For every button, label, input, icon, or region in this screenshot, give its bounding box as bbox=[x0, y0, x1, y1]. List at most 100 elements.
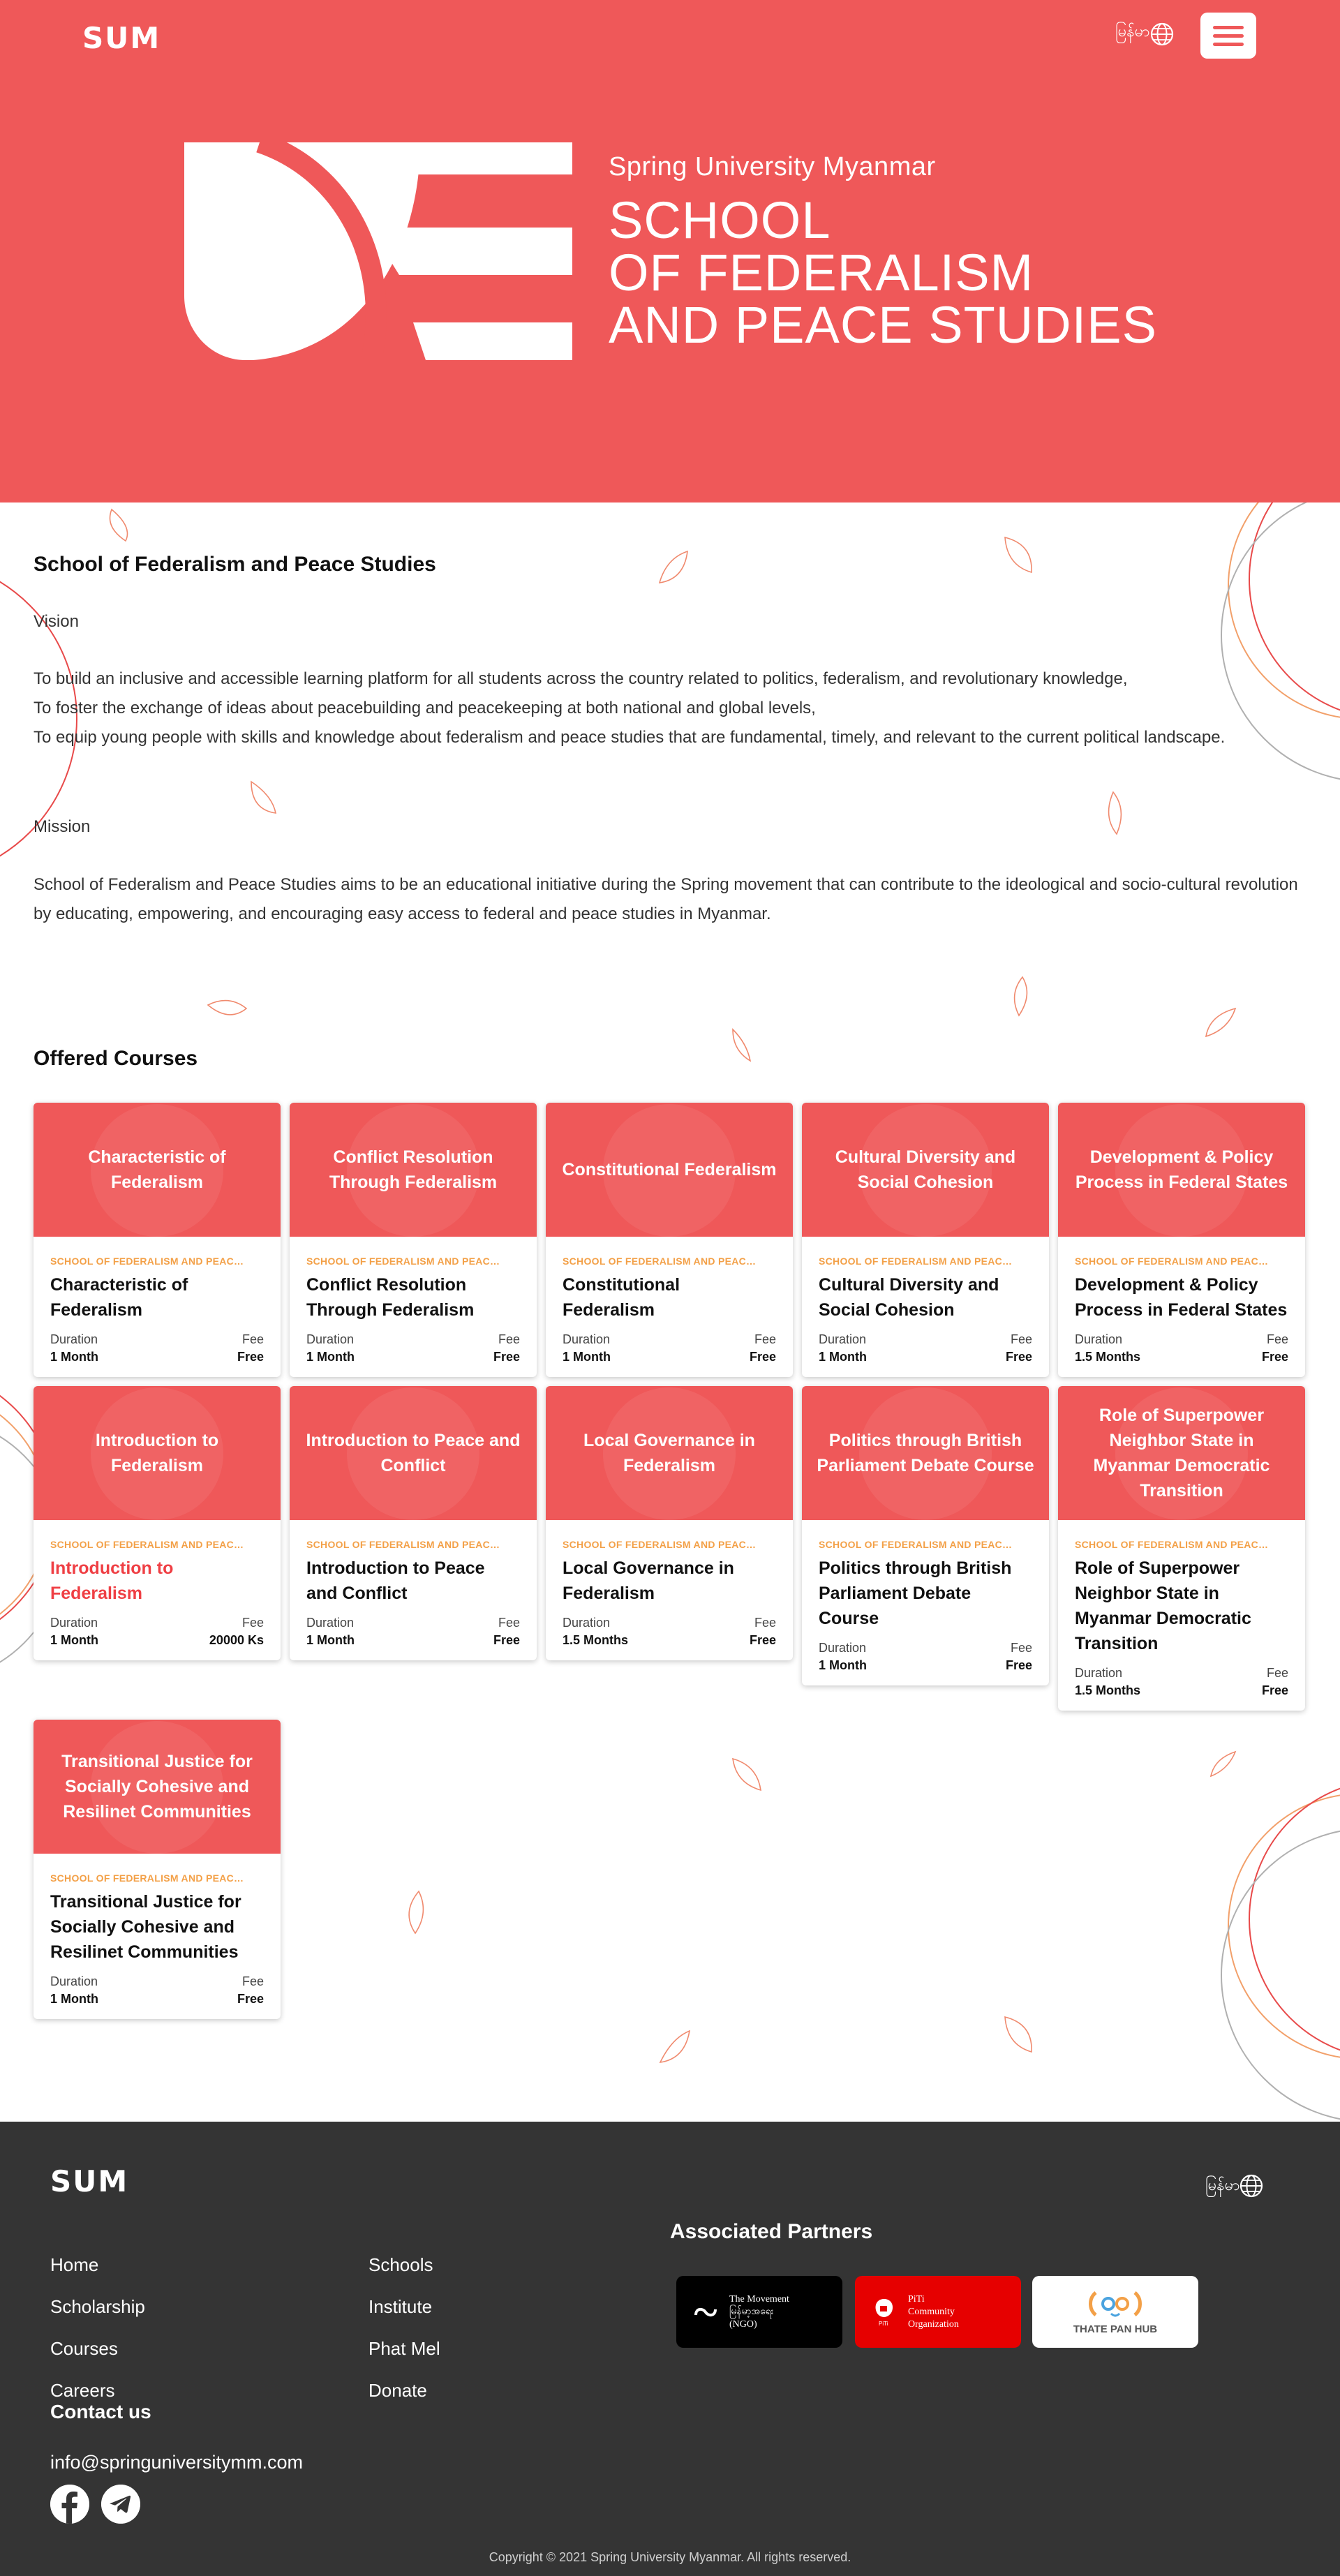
footer-link-schools[interactable]: Schools bbox=[368, 2244, 440, 2286]
course-banner[interactable]: Introduction to Federalism bbox=[34, 1386, 281, 1520]
course-card[interactable]: Cultural Diversity and Social Cohesion SC… bbox=[802, 1103, 1049, 1377]
course-fee: Free bbox=[237, 1350, 264, 1364]
partner-piti-community[interactable]: PiTi PiTi Community Organization bbox=[855, 2276, 1021, 2348]
course-card[interactable]: Transitional Justice for Socially Cohesi… bbox=[34, 1720, 281, 2019]
school-title: School of Federalism and Peace Studies bbox=[34, 553, 436, 576]
course-banner-title: Constitutional Federalism bbox=[562, 1160, 777, 1179]
footer-logo[interactable]: SUM bbox=[50, 2164, 128, 2198]
course-school-label: SCHOOL OF FEDERALISM AND PEACE STUDIES bbox=[1075, 1256, 1270, 1267]
course-card[interactable]: Politics through British Parliament Deba… bbox=[802, 1386, 1049, 1685]
course-card[interactable]: Role of Superpower Neighbor State in Mya… bbox=[1058, 1386, 1305, 1711]
course-banner-title: Politics through British Parliament Deba… bbox=[817, 1431, 1034, 1475]
fee-label: Fee bbox=[241, 1974, 264, 1988]
globe-icon[interactable] bbox=[1150, 22, 1174, 46]
course-fee: Free bbox=[749, 1350, 776, 1364]
course-banner-title: Local Governance in Federalism bbox=[583, 1431, 755, 1475]
course-card[interactable]: Introduction to Peace and Conflict SCHOOL… bbox=[290, 1386, 537, 1660]
hamburger-menu-button[interactable] bbox=[1200, 13, 1256, 59]
course-duration: 1.5 Months bbox=[1075, 1683, 1141, 1697]
duration-label: Duration bbox=[1075, 1666, 1123, 1680]
duration-label: Duration bbox=[563, 1616, 611, 1630]
course-card[interactable]: Constitutional Federalism SCHOOL OF FEDER… bbox=[546, 1103, 793, 1377]
course-banner[interactable]: Introduction to Peace and Conflict bbox=[290, 1386, 537, 1520]
course-fee: Free bbox=[493, 1633, 520, 1647]
course-school-label: SCHOOL OF FEDERALISM AND PEACE STUDIES bbox=[306, 1256, 502, 1267]
course-banner[interactable]: Constitutional Federalism bbox=[546, 1103, 793, 1237]
course-title[interactable]: Introduction to Peace and Conflict bbox=[306, 1556, 520, 1606]
school-emblem bbox=[184, 142, 572, 360]
duration-label: Duration bbox=[306, 1616, 355, 1630]
course-title[interactable]: Cultural Diversity and Social Cohesion bbox=[819, 1272, 1032, 1323]
course-card[interactable]: Characteristic of Federalism SCHOOL OF FE… bbox=[34, 1103, 281, 1377]
course-banner[interactable]: Politics through British Parliament Deba… bbox=[802, 1386, 1049, 1520]
footer-link-institute[interactable]: Institute bbox=[368, 2286, 440, 2328]
partner-the-movement[interactable]: The Movement မြန်မာ့အရေး (NGO) bbox=[676, 2276, 842, 2348]
partner-thate-pan-hub[interactable]: THATE PAN HUB bbox=[1032, 2276, 1198, 2348]
course-school-label: SCHOOL OF FEDERALISM AND PEACE STUDIES bbox=[819, 1539, 1014, 1550]
vision-label: Vision bbox=[34, 612, 79, 631]
course-banner-title: Transitional Justice for Socially Cohesi… bbox=[61, 1752, 253, 1822]
course-banner[interactable]: Local Governance in Federalism bbox=[546, 1386, 793, 1520]
course-title[interactable]: Development & Policy Process in Federal … bbox=[1075, 1272, 1288, 1323]
course-title[interactable]: Local Governance in Federalism bbox=[563, 1556, 776, 1606]
hero-title: SCHOOL OF FEDERALISM AND PEACE STUDIES bbox=[609, 191, 1157, 354]
course-duration: 1 Month bbox=[563, 1350, 611, 1364]
course-banner[interactable]: Cultural Diversity and Social Cohesion bbox=[802, 1103, 1049, 1237]
vision-text: To build an inclusive and accessible lea… bbox=[34, 669, 1226, 747]
course-title[interactable]: Transitional Justice for Socially Cohesi… bbox=[50, 1889, 264, 1965]
telegram-icon[interactable] bbox=[101, 2485, 140, 2524]
globe-icon[interactable] bbox=[1240, 2174, 1263, 2198]
course-banner[interactable]: Characteristic of Federalism bbox=[34, 1103, 281, 1237]
course-duration: 1 Month bbox=[50, 1350, 98, 1364]
duration-label: Duration bbox=[819, 1641, 867, 1655]
course-banner[interactable]: Conflict Resolution Through Federalism bbox=[290, 1103, 537, 1237]
duration-label: Duration bbox=[819, 1332, 867, 1346]
footer-nav-secondary: Schools Institute Phat Mel Donate bbox=[368, 2244, 440, 2411]
course-banner[interactable]: Role of Superpower Neighbor State in Mya… bbox=[1058, 1386, 1305, 1520]
course-title[interactable]: Introduction to Federalism bbox=[50, 1556, 264, 1606]
course-duration: 1 Month bbox=[50, 1992, 98, 2006]
contact-email-link[interactable]: info@springuniversitymm.com bbox=[50, 2452, 303, 2473]
course-card[interactable]: Development & Policy Process in Federal … bbox=[1058, 1103, 1305, 1377]
course-card[interactable]: Introduction to Federalism SCHOOL OF FEDE… bbox=[34, 1386, 281, 1660]
language-switch[interactable]: မြန်မာ bbox=[1115, 21, 1149, 44]
course-title[interactable]: Conflict Resolution Through Federalism bbox=[306, 1272, 520, 1323]
course-duration: 1 Month bbox=[819, 1658, 867, 1672]
course-title[interactable]: Role of Superpower Neighbor State in Mya… bbox=[1075, 1556, 1288, 1656]
course-card[interactable]: Local Governance in Federalism SCHOOL OF … bbox=[546, 1386, 793, 1660]
course-duration: 1.5 Months bbox=[1075, 1350, 1141, 1364]
course-fee: Free bbox=[1005, 1350, 1032, 1364]
facebook-icon[interactable] bbox=[50, 2485, 89, 2524]
course-title[interactable]: Constitutional Federalism bbox=[563, 1272, 776, 1323]
footer-language-switch[interactable]: မြန်မာ bbox=[1205, 2175, 1240, 2198]
course-banner-title: Introduction to Federalism bbox=[95, 1431, 219, 1475]
contact-heading: Contact us bbox=[50, 2401, 151, 2422]
course-card[interactable]: Conflict Resolution Through Federalism SC… bbox=[290, 1103, 537, 1377]
course-grid: Characteristic of Federalism SCHOOL OF FE… bbox=[34, 1103, 1308, 2019]
the-movement-logo-icon bbox=[694, 2307, 717, 2316]
footer-link-phat-mel[interactable]: Phat Mel bbox=[368, 2328, 440, 2369]
footer-link-home[interactable]: Home bbox=[50, 2244, 145, 2286]
course-banner-title: Conflict Resolution Through Federalism bbox=[329, 1147, 498, 1192]
course-title[interactable]: Politics through British Parliament Deba… bbox=[819, 1556, 1032, 1631]
footer-link-courses[interactable]: Courses bbox=[50, 2328, 145, 2369]
course-duration: 1 Month bbox=[819, 1350, 867, 1364]
course-duration: 1 Month bbox=[306, 1350, 355, 1364]
duration-label: Duration bbox=[50, 1616, 98, 1630]
course-fee: Free bbox=[1261, 1683, 1288, 1697]
course-title[interactable]: Characteristic of Federalism bbox=[50, 1272, 264, 1323]
course-fee: Free bbox=[493, 1350, 520, 1364]
course-banner-title: Introduction to Peace and Conflict bbox=[306, 1431, 521, 1475]
footer-link-donate[interactable]: Donate bbox=[368, 2369, 440, 2411]
hamburger-menu-icon bbox=[1213, 25, 1244, 29]
course-banner[interactable]: Development & Policy Process in Federal … bbox=[1058, 1103, 1305, 1237]
course-banner[interactable]: Transitional Justice for Socially Cohesi… bbox=[34, 1720, 281, 1854]
offered-courses-heading: Offered Courses bbox=[34, 1047, 198, 1070]
site-logo[interactable]: SUM bbox=[82, 21, 161, 55]
site-footer: SUM မြန်မာ Home Scholarship Courses Care… bbox=[0, 2122, 1340, 2576]
course-school-label: SCHOOL OF FEDERALISM AND PEACE STUDIES bbox=[50, 1256, 246, 1267]
piti-logo-icon: PiTi bbox=[875, 2298, 893, 2327]
footer-link-scholarship[interactable]: Scholarship bbox=[50, 2286, 145, 2328]
fee-label: Fee bbox=[241, 1332, 264, 1346]
course-school-label: SCHOOL OF FEDERALISM AND PEACE STUDIES bbox=[50, 1539, 246, 1550]
